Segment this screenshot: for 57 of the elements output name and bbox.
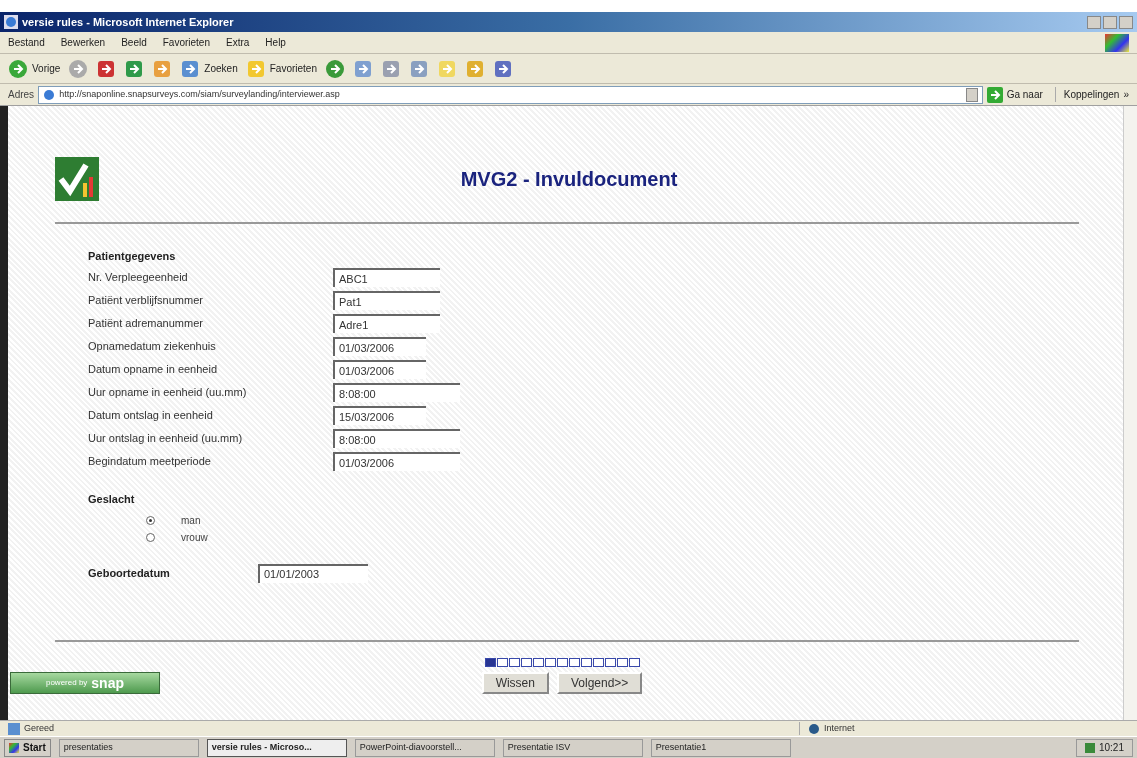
go-button[interactable]: Ga naar bbox=[1006, 87, 1043, 102]
birthdate-label: Geboortedatum bbox=[88, 565, 171, 581]
radio-button[interactable] bbox=[146, 515, 155, 525]
field-label: Patiënt verblijfsnummer bbox=[88, 293, 204, 309]
text-field[interactable]: ABC1 bbox=[333, 268, 440, 287]
field-label: Uur ontslag in eenheid (uu.mm) bbox=[88, 431, 244, 447]
menu-item[interactable]: Bewerken bbox=[60, 35, 106, 50]
taskbar-item[interactable]: Presentatie1 bbox=[650, 738, 791, 757]
radio-label: vrouw bbox=[181, 530, 208, 545]
go-arrow-icon[interactable] bbox=[986, 86, 1003, 103]
taskbar-item[interactable]: versie rules - Microso... bbox=[206, 738, 347, 757]
text-field[interactable]: 01/03/2006 bbox=[333, 452, 460, 471]
field-label: Opnamedatum ziekenhuis bbox=[88, 339, 217, 355]
globe-icon bbox=[808, 722, 820, 735]
field-label: Nr. Verpleegeenheid bbox=[88, 270, 189, 286]
status-text: Gereed bbox=[24, 721, 55, 735]
radio-button[interactable] bbox=[146, 532, 155, 542]
toolbar-button-label[interactable]: Favorieten bbox=[269, 61, 317, 76]
field-label: Datum opname in eenheid bbox=[88, 362, 219, 378]
field-label: Datum ontslag in eenheid bbox=[88, 408, 214, 424]
text-field[interactable]: 01/03/2006 bbox=[333, 337, 426, 356]
scrollbar[interactable] bbox=[1123, 106, 1137, 720]
address-field[interactable]: http://snaponline.snapsurveys.com/siam/surveylanding/interviewer.asp bbox=[38, 85, 983, 104]
checkmark-logo-icon bbox=[55, 157, 99, 201]
toolbar-button-label[interactable]: Vorige bbox=[32, 61, 61, 76]
page-heading: MVG2 - Invuldocument bbox=[459, 167, 679, 192]
birthdate-field[interactable]: 01/01/2003 bbox=[258, 563, 368, 583]
taskbar-item[interactable]: PowerPoint-diavoorstell... bbox=[354, 738, 495, 757]
taskbar-item[interactable]: Presentatie ISV bbox=[502, 738, 643, 757]
section-title: Patientgegevens bbox=[88, 249, 177, 264]
menu-item[interactable]: Help bbox=[265, 35, 286, 50]
zone-text: Internet bbox=[824, 721, 855, 735]
field-label: Uur opname in eenheid (uu.mm) bbox=[88, 385, 248, 401]
text-field[interactable]: Adre1 bbox=[333, 314, 440, 333]
address-label: Adres bbox=[8, 88, 35, 102]
menu-item[interactable]: Beeld bbox=[121, 35, 147, 50]
taskbar-item[interactable]: presentaties bbox=[58, 738, 199, 757]
start-button[interactable]: Start bbox=[4, 738, 51, 757]
text-field[interactable]: 8:08:00 bbox=[333, 429, 460, 448]
text-field[interactable]: 15/03/2006 bbox=[333, 406, 426, 425]
window-title: versie rules - Microsoft Internet Explorer bbox=[22, 14, 234, 30]
field-label: Patiënt adremanummer bbox=[88, 316, 204, 332]
toolbar-button-label[interactable]: Zoeken bbox=[204, 61, 238, 76]
text-field[interactable]: 01/03/2006 bbox=[333, 360, 426, 379]
more-links-button[interactable]: » bbox=[1123, 87, 1129, 102]
text-field[interactable]: Pat1 bbox=[333, 291, 440, 310]
menu-item[interactable]: Favorieten bbox=[162, 35, 210, 50]
links-button[interactable]: Koppelingen bbox=[1054, 87, 1120, 102]
field-label: Begindatum meetperiode bbox=[88, 454, 212, 470]
radio-label: man bbox=[181, 513, 201, 528]
gender-label: Geslacht bbox=[88, 492, 136, 507]
menu-item[interactable]: Extra bbox=[226, 35, 250, 50]
clock: 10:21 bbox=[1098, 741, 1124, 755]
form-button[interactable]: Wissen bbox=[481, 672, 549, 694]
menu-item[interactable]: Bestand bbox=[8, 35, 45, 50]
form-button[interactable]: Volgend>> bbox=[556, 672, 643, 694]
text-field[interactable]: 8:08:00 bbox=[333, 383, 460, 402]
